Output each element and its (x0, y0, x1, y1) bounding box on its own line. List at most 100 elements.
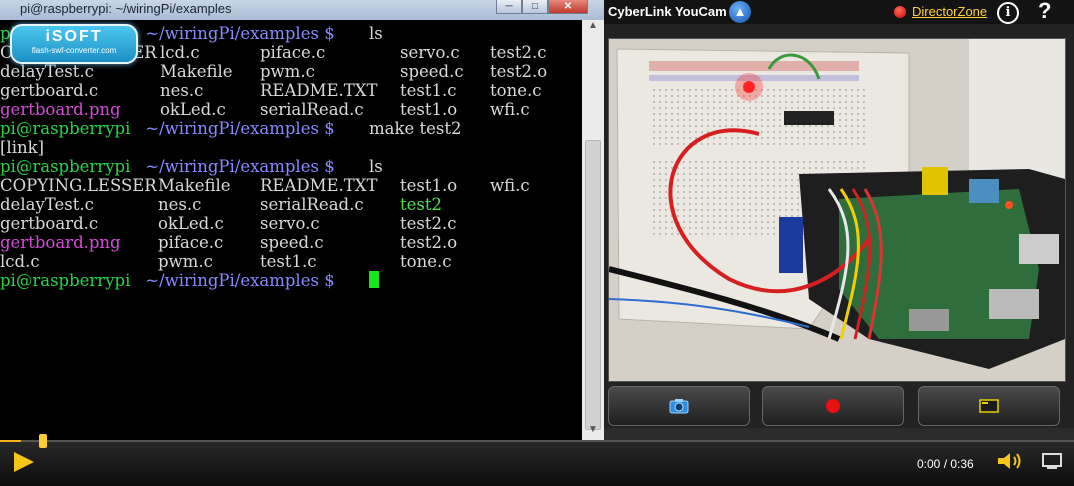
file-name: test2 (400, 195, 442, 214)
update-arrow-icon[interactable]: ▲ (729, 1, 751, 23)
file-name: delayTest.c (0, 62, 94, 81)
file-name: README.TXT (260, 176, 378, 195)
file-name: pwm.c (260, 62, 315, 81)
youcam-titlebar: CyberLink YouCam ▲ DirectorZone i ? (604, 0, 1074, 24)
close-button[interactable]: ✕ (548, 0, 588, 14)
file-name: speed.c (260, 233, 324, 252)
terminal-line: COPYING.LESSER Makefile README.TXT test1.o w… (0, 176, 582, 195)
terminal-line: gertboard.c okLed.c servo.c test2.c (0, 214, 582, 233)
command-text: ls (369, 24, 383, 43)
webcam-frame (609, 39, 1065, 381)
file-name: gertboard.png (0, 100, 121, 119)
file-name: gertboard.png (0, 233, 121, 252)
file-name: test1.c (400, 81, 457, 100)
file-name: Makefile (160, 62, 233, 81)
youcam-bottom-strip (604, 428, 1074, 440)
info-icon[interactable]: i (997, 2, 1019, 24)
progress-knob[interactable] (39, 434, 48, 448)
terminal-scrollbar[interactable]: ▲ ▼ (582, 20, 604, 440)
file-name: lcd.c (0, 252, 40, 271)
webcam-preview (608, 38, 1066, 382)
file-name: serialRead.c (260, 100, 364, 119)
file-name: tone.c (400, 252, 452, 271)
help-icon[interactable]: ? (1038, 0, 1051, 24)
file-name: test1.o (400, 100, 458, 119)
time-display: 0:00 / 0:36 (917, 457, 974, 471)
file-name: test2.c (400, 214, 457, 233)
maximize-button[interactable]: □ (522, 0, 548, 14)
minimize-button[interactable]: ─ (496, 0, 522, 14)
prompt-user: pi@raspberrypi (0, 119, 131, 138)
file-name: test2.o (490, 62, 548, 81)
terminal-title: pi@raspberrypi: ~/wiringPi/examples (20, 1, 232, 16)
record-button[interactable] (762, 386, 904, 426)
terminal-titlebar[interactable]: pi@raspberrypi: ~/wiringPi/examples ─ □ … (0, 0, 604, 20)
scrollbar-thumb[interactable] (585, 140, 601, 430)
window-controls: ─ □ ✕ (496, 0, 588, 15)
terminal-line: gertboard.c nes.c README.TXT test1.c tone.c (0, 81, 582, 100)
youcam-panel: CyberLink YouCam ▲ DirectorZone i ? (604, 0, 1074, 440)
file-name: okLed.c (160, 100, 226, 119)
terminal-line: lcd.c pwm.c test1.c tone.c (0, 252, 582, 271)
screen-icon (979, 399, 999, 413)
file-name: test1.c (260, 252, 317, 271)
terminal-line: gertboard.png piface.c speed.c test2.o (0, 233, 582, 252)
screen-button[interactable] (918, 386, 1060, 426)
file-name: README.TXT (260, 81, 378, 100)
file-name: pwm.c (158, 252, 213, 271)
file-name: nes.c (160, 81, 204, 100)
prompt-user: pi@raspberrypi (0, 271, 131, 290)
app-name: CyberLink YouCam (608, 4, 727, 19)
output-text: [link] (0, 138, 45, 157)
video-player-controls: 0:00 / 0:36 (0, 434, 1074, 486)
terminal-line: gertboard.png okLed.c serialRead.c test1.o w… (0, 100, 582, 119)
camera-icon (669, 399, 689, 414)
terminal-line: pi@raspberrypi ~/wiringPi/examples $ mak… (0, 119, 582, 138)
youcam-buttons (604, 386, 1074, 428)
volume-icon[interactable] (996, 450, 1026, 472)
snapshot-button[interactable] (608, 386, 750, 426)
file-name: test2.c (490, 43, 547, 62)
file-name: piface.c (158, 233, 224, 252)
file-name: gertboard.c (0, 214, 99, 233)
file-name: okLed.c (158, 214, 224, 233)
file-name: servo.c (400, 43, 460, 62)
file-name: gertboard.c (0, 81, 99, 100)
progress-fill (0, 440, 22, 442)
prompt-path: ~/wiringPi/examples $ (140, 157, 340, 176)
prompt-user: pi@raspberrypi (0, 157, 131, 176)
command-text: ls (369, 157, 383, 176)
prompt-path: ~/wiringPi/examples $ (140, 24, 340, 43)
terminal-line: delayTest.c nes.c serialRead.c test2 (0, 195, 582, 214)
file-name: test2.o (400, 233, 458, 252)
terminal-line: pi@raspberrypi ~/wiringPi/examples $ (0, 271, 582, 290)
scroll-up-arrow-icon[interactable]: ▲ (582, 20, 604, 36)
watermark-sub: flash-swf-converter.com (31, 46, 117, 55)
progress-bar[interactable] (0, 440, 1074, 442)
prompt-path: ~/wiringPi/examples $ (140, 271, 340, 290)
file-name: lcd.c (160, 43, 200, 62)
terminal-line: [link] (0, 138, 582, 157)
file-name: nes.c (158, 195, 202, 214)
file-name: test1.o (400, 176, 458, 195)
scroll-down-arrow-icon[interactable]: ▼ (582, 424, 604, 440)
watermark-logo: iSOFT flash-swf-converter.com (10, 24, 138, 64)
terminal-window: pi@raspberrypi: ~/wiringPi/examples ─ □ … (0, 0, 604, 440)
terminal-line: pi@raspberrypi ~/wiringPi/examples $ ls (0, 157, 582, 176)
file-name: COPYING.LESSER (0, 176, 157, 195)
file-name: serialRead.c (260, 195, 364, 214)
terminal-cursor (369, 271, 379, 288)
director-zone-link[interactable]: DirectorZone (912, 4, 987, 19)
fullscreen-icon[interactable] (1042, 453, 1062, 469)
file-name: wfi.c (490, 100, 530, 119)
prompt-path: ~/wiringPi/examples $ (140, 119, 340, 138)
play-icon[interactable] (14, 452, 34, 472)
file-name: Makefile (158, 176, 231, 195)
command-text: make test2 (369, 119, 462, 138)
file-name: servo.c (260, 214, 320, 233)
record-icon (826, 399, 840, 413)
terminal-output[interactable]: pi@raspberrypi ~/wiringPi/examples $ lsC… (0, 20, 582, 440)
file-name: wfi.c (490, 176, 530, 195)
director-zone-icon (894, 6, 906, 18)
file-name: delayTest.c (0, 195, 94, 214)
